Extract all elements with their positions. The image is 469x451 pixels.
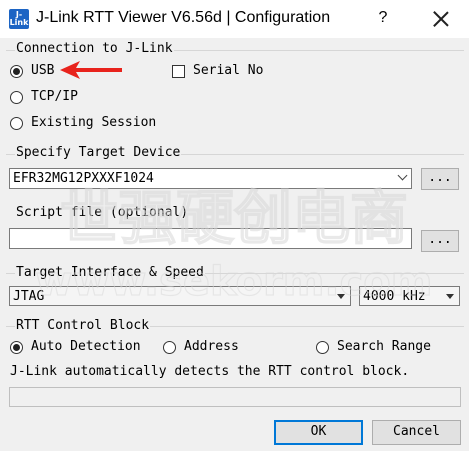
existing-session-radio[interactable]: [10, 117, 23, 130]
connection-heading: Connection to J-Link: [15, 41, 174, 56]
cancel-button[interactable]: Cancel: [372, 420, 461, 445]
target-device-browse-button[interactable]: ...: [421, 168, 459, 190]
red-arrow-annotation: [60, 61, 122, 79]
address-label[interactable]: Address: [184, 339, 239, 354]
interface-select[interactable]: JTAG: [9, 286, 351, 306]
interface-heading: Target Interface & Speed: [15, 265, 205, 280]
app-icon-text: J-Link: [9, 10, 29, 27]
speed-select[interactable]: 4000 kHz: [359, 286, 460, 306]
serial-no-checkbox[interactable]: [172, 65, 185, 78]
script-file-browse-button[interactable]: ...: [421, 230, 459, 252]
jlink-app-icon: J-Link: [9, 9, 29, 29]
help-button[interactable]: ?: [370, 9, 396, 27]
usb-radio[interactable]: [10, 65, 23, 78]
tcpip-radio[interactable]: [10, 91, 23, 104]
address-radio[interactable]: [163, 341, 176, 354]
title-bar: J-Link J-Link RTT Viewer V6.56d | Config…: [0, 0, 469, 38]
search-range-radio[interactable]: [316, 341, 329, 354]
chevron-down-icon: [397, 170, 408, 181]
script-file-input[interactable]: [9, 228, 412, 249]
close-icon[interactable]: [428, 6, 454, 32]
ok-button[interactable]: OK: [274, 420, 363, 445]
target-device-value: EFR32MG12PXXXF1024: [13, 171, 154, 186]
target-device-heading: Specify Target Device: [15, 145, 182, 160]
search-range-label[interactable]: Search Range: [337, 339, 431, 354]
auto-detection-radio[interactable]: [10, 341, 23, 354]
script-file-heading: Script file (optional): [16, 205, 189, 220]
rtt-block-description: J-Link automatically detects the RTT con…: [10, 364, 410, 379]
auto-detection-label[interactable]: Auto Detection: [31, 339, 141, 354]
dropdown-arrow-icon: [337, 294, 345, 299]
dropdown-arrow-icon: [446, 294, 454, 299]
usb-label[interactable]: USB: [31, 63, 54, 78]
tcpip-label[interactable]: TCP/IP: [31, 89, 78, 104]
window-title: J-Link RTT Viewer V6.56d | Configuration: [36, 9, 331, 26]
serial-no-label[interactable]: Serial No: [193, 63, 263, 78]
target-device-select[interactable]: EFR32MG12PXXXF1024: [9, 168, 412, 189]
interface-value: JTAG: [13, 289, 45, 304]
existing-session-label[interactable]: Existing Session: [31, 115, 156, 130]
rtt-block-value-field: [9, 387, 461, 407]
speed-value: 4000 kHz: [363, 289, 426, 304]
rtt-block-heading: RTT Control Block: [15, 318, 151, 333]
